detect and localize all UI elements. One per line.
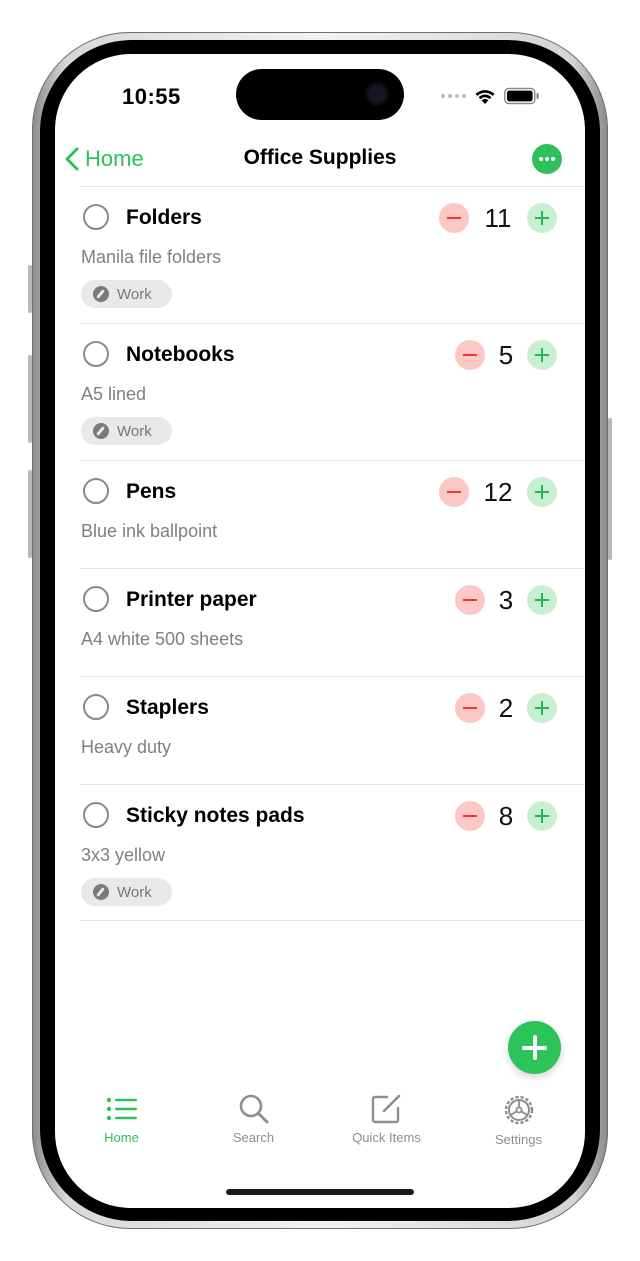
- page-title: Office Supplies: [243, 146, 397, 169]
- checkbox-circle[interactable]: [83, 204, 109, 230]
- gear-icon: [504, 1095, 533, 1125]
- item-quantity: 2: [498, 692, 514, 723]
- item-name: Pens: [126, 480, 177, 503]
- item-description: 3x3 yellow: [81, 845, 166, 865]
- wifi-icon: [475, 90, 495, 104]
- battery-icon: [504, 87, 539, 105]
- tab-bar: Home Search Quick Items Settings: [55, 1094, 585, 1164]
- status-icons: [441, 86, 540, 106]
- quantity-stepper: 5: [455, 340, 557, 370]
- increment-button[interactable]: [527, 693, 557, 723]
- tag-chip[interactable]: Work: [81, 417, 172, 445]
- increment-button[interactable]: [527, 203, 557, 233]
- item-description: A4 white 500 sheets: [81, 629, 244, 649]
- item-name: Printer paper: [126, 588, 257, 611]
- item-quantity: 8: [498, 800, 514, 831]
- tag-chip[interactable]: Work: [81, 280, 172, 308]
- decrement-button[interactable]: [455, 801, 485, 831]
- increment-button[interactable]: [527, 477, 557, 507]
- tab-home[interactable]: Home: [55, 1094, 188, 1145]
- tag-icon: [93, 286, 109, 302]
- increment-button[interactable]: [527, 801, 557, 831]
- add-item-button[interactable]: [508, 1021, 561, 1074]
- volume-down-button: [28, 470, 32, 558]
- navigation-bar: Home Office Supplies: [55, 134, 585, 186]
- item-name: Folders: [126, 206, 202, 229]
- decrement-button[interactable]: [439, 477, 469, 507]
- status-time: 10:55: [122, 84, 181, 109]
- item-name: Staplers: [126, 696, 209, 719]
- screen: 10:55 Home Office Supplies Folders 11 Ma…: [55, 54, 585, 1208]
- item-quantity: 12: [483, 476, 513, 507]
- compose-icon: [371, 1094, 400, 1124]
- tab-settings[interactable]: Settings: [452, 1094, 585, 1147]
- dynamic-island: [236, 69, 404, 120]
- tag-icon: [93, 423, 109, 439]
- item-name: Notebooks: [126, 343, 235, 366]
- decrement-button[interactable]: [455, 340, 485, 370]
- tab-label: Quick Items: [352, 1130, 421, 1145]
- item-quantity: 11: [484, 202, 512, 233]
- decrement-button[interactable]: [439, 203, 469, 233]
- search-icon: [239, 1094, 268, 1124]
- item-description: Heavy duty: [81, 737, 172, 757]
- tag-label: Work: [117, 422, 152, 440]
- power-button: [608, 418, 612, 560]
- ellipsis-icon: [539, 157, 555, 161]
- checkbox-circle[interactable]: [83, 694, 109, 720]
- quantity-stepper: 2: [455, 693, 557, 723]
- quantity-stepper: 12: [439, 477, 557, 507]
- list-item[interactable]: Pens 12 Blue ink ballpoint: [80, 460, 585, 568]
- checkbox-circle[interactable]: [83, 586, 109, 612]
- item-description: Blue ink ballpoint: [81, 521, 218, 541]
- decrement-button[interactable]: [455, 585, 485, 615]
- silent-switch: [28, 265, 32, 313]
- increment-button[interactable]: [527, 340, 557, 370]
- item-description: A5 lined: [81, 384, 147, 404]
- list-item[interactable]: Staplers 2 Heavy duty: [80, 676, 585, 784]
- more-button[interactable]: [532, 144, 562, 174]
- item-description: Manila file folders: [81, 247, 222, 267]
- decrement-button[interactable]: [455, 693, 485, 723]
- home-indicator[interactable]: [226, 1189, 414, 1195]
- quantity-stepper: 11: [439, 203, 557, 233]
- tab-label: Search: [232, 1130, 275, 1145]
- quantity-stepper: 8: [455, 801, 557, 831]
- tag-chip[interactable]: Work: [81, 878, 172, 906]
- checkbox-circle[interactable]: [83, 341, 109, 367]
- quantity-stepper: 3: [455, 585, 557, 615]
- list-item[interactable]: Notebooks 5 A5 lined Work: [80, 323, 585, 460]
- signal-icon: [441, 94, 466, 98]
- checkbox-circle[interactable]: [83, 802, 109, 828]
- volume-up-button: [28, 355, 32, 443]
- tag-label: Work: [117, 883, 152, 901]
- camera-icon: [368, 85, 386, 103]
- tab-search[interactable]: Search: [187, 1094, 320, 1145]
- tab-quick-items[interactable]: Quick Items: [320, 1094, 453, 1145]
- item-name: Sticky notes pads: [126, 804, 305, 827]
- tag-label: Work: [117, 285, 152, 303]
- list-icon: [106, 1097, 137, 1121]
- list-item[interactable]: Folders 11 Manila file folders Work: [80, 186, 585, 323]
- tab-label: Home: [104, 1130, 139, 1145]
- checkbox-circle[interactable]: [83, 478, 109, 504]
- item-quantity: 3: [498, 584, 514, 615]
- list-item[interactable]: Sticky notes pads 8 3x3 yellow Work: [80, 784, 585, 921]
- tab-label: Settings: [495, 1132, 542, 1147]
- list-item[interactable]: Printer paper 3 A4 white 500 sheets: [80, 568, 585, 676]
- tag-icon: [93, 884, 109, 900]
- item-list: Folders 11 Manila file folders Work Note…: [80, 186, 585, 921]
- item-quantity: 5: [498, 339, 514, 370]
- increment-button[interactable]: [527, 585, 557, 615]
